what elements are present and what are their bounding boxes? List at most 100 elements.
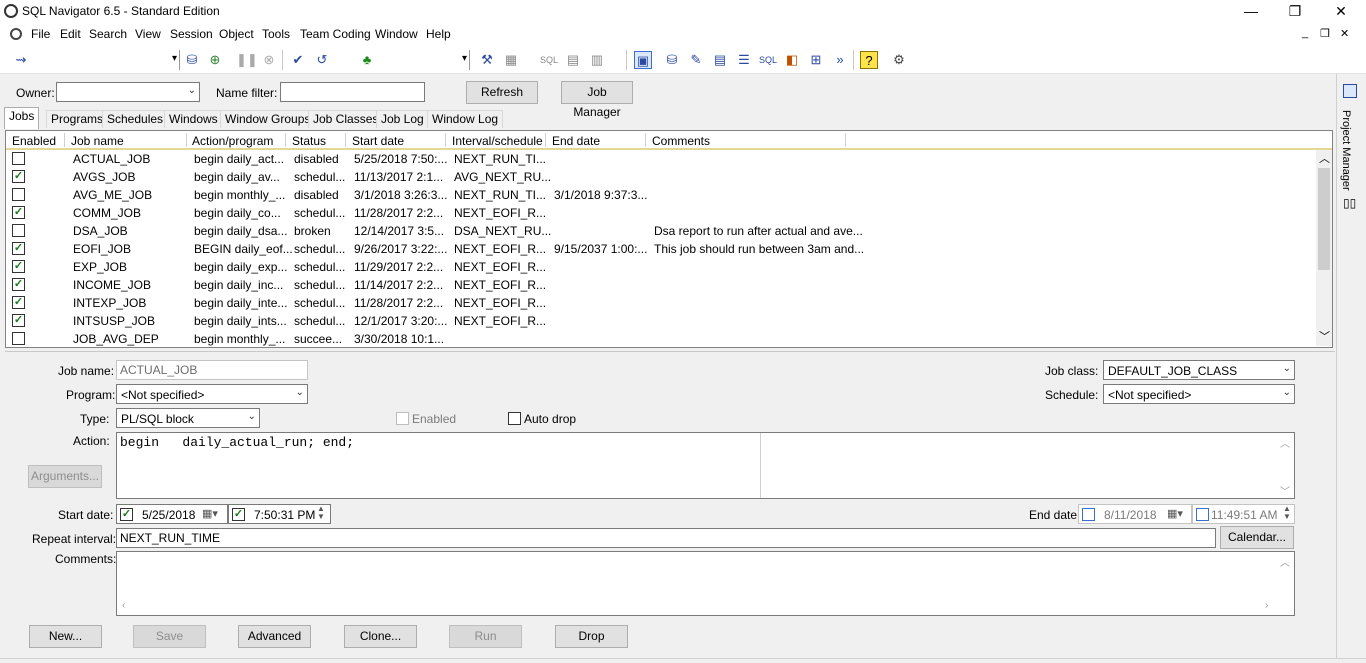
job-name-field[interactable]: ACTUAL_JOB <box>116 360 308 380</box>
enabled-checkbox[interactable] <box>12 188 25 201</box>
pause-icon[interactable]: ❚❚ <box>236 51 258 69</box>
calendar-button[interactable]: Calendar... <box>1220 526 1294 549</box>
scroll-thumb[interactable] <box>1318 168 1330 270</box>
name-filter-input[interactable] <box>280 82 425 102</box>
advanced-button[interactable]: Advanced <box>238 625 311 648</box>
end-time-picker[interactable]: 11:49:51 AM ▲ ▼ <box>1192 504 1295 524</box>
end-time-checkbox[interactable] <box>1196 508 1209 521</box>
schedule-combo[interactable]: <Not specified> ⌄ <box>1103 384 1295 404</box>
tree-icon[interactable]: ♣ <box>358 51 376 69</box>
table-row[interactable]: ✓ INTSUSP_JOB begin daily_ints... schedul..… <box>6 312 1316 330</box>
rollback-icon[interactable]: ↺ <box>313 51 331 69</box>
save-button[interactable]: Save <box>133 625 206 648</box>
sql-icon[interactable]: SQL <box>540 51 558 69</box>
edit-icon[interactable]: ✎ <box>687 51 705 69</box>
grid-icon[interactable]: ▤ <box>564 51 582 69</box>
menu-edit[interactable]: Edit <box>60 27 81 41</box>
scroll-down-icon[interactable]: ﹀ <box>1319 328 1330 344</box>
maximize-button[interactable]: ❐ <box>1272 0 1318 24</box>
comments-editor[interactable]: ︿ ‹ › <box>116 551 1295 616</box>
menu-view[interactable]: View <box>135 27 161 41</box>
scroll-down-icon[interactable]: ﹀ <box>1280 483 1290 498</box>
table-row[interactable]: ✓ INCOME_JOB begin daily_inc... schedul... 1… <box>6 276 1316 294</box>
enabled-checkbox[interactable]: ✓ <box>12 206 25 219</box>
type-combo[interactable]: PL/SQL block ⌄ <box>116 408 260 428</box>
stack-icon[interactable]: ▥ <box>588 51 606 69</box>
tab-window-groups[interactable]: Window Groups <box>220 110 316 128</box>
clone-button[interactable]: Clone... <box>344 625 417 648</box>
action-editor[interactable]: begin daily_actual_run; end; ︿ ﹀ <box>116 432 1295 499</box>
column-header-interval[interactable]: Interval/schedule <box>452 134 543 148</box>
stop-icon[interactable]: ⊗ <box>260 51 278 69</box>
menu-file[interactable]: File <box>31 27 50 41</box>
mdi-restore-button[interactable]: ❐ <box>1320 27 1330 40</box>
start-time-picker[interactable]: ✓ 7:50:31 PM ▲ ▼ <box>228 504 331 524</box>
owner-combo[interactable]: ⌄ <box>56 82 200 102</box>
table-row[interactable]: ✓ INTEXP_JOB begin daily_inte... schedul...… <box>6 294 1316 312</box>
session-combo[interactable]: ▾ <box>30 50 180 70</box>
wand-icon[interactable]: ⚒ <box>478 51 496 69</box>
mdi-close-button[interactable]: ✕ <box>1340 27 1349 40</box>
enabled-checkbox[interactable]: ✓ <box>12 170 25 183</box>
enabled-checkbox[interactable] <box>12 332 25 345</box>
enabled-checkbox[interactable]: ✓ <box>12 278 25 291</box>
globe-icon[interactable]: ⊕ <box>206 51 224 69</box>
refresh-button[interactable]: Refresh <box>466 81 538 104</box>
column-header-start-date[interactable]: Start date <box>352 134 404 148</box>
table-row[interactable]: JOB_AVG_DEP begin monthly_... succee... 3/3… <box>6 330 1316 348</box>
calendar-icon[interactable]: ▦▾ <box>1167 507 1183 520</box>
table-row[interactable]: ✓ COMM_JOB begin daily_co... schedul... 11/2… <box>6 204 1316 222</box>
menu-help[interactable]: Help <box>426 27 451 41</box>
scroll-right-icon[interactable]: › <box>1265 600 1268 611</box>
column-header-action[interactable]: Action/program <box>192 134 273 148</box>
menu-window[interactable]: Window <box>375 27 418 41</box>
tab-windows[interactable]: Windows <box>164 110 223 128</box>
column-header-comments[interactable]: Comments <box>652 134 710 148</box>
tab-programs[interactable]: Programs <box>46 110 109 128</box>
enabled-checkbox[interactable]: ✓ <box>12 260 25 273</box>
tab-window-log[interactable]: Window Log <box>427 110 504 128</box>
auto-drop-checkbox[interactable] <box>508 412 521 425</box>
list-icon[interactable]: ☰ <box>735 51 753 69</box>
column-header-job-name[interactable]: Job name <box>71 134 124 148</box>
table-row[interactable]: ✓ EOFI_JOB BEGIN daily_eof... schedul... 9/2… <box>6 240 1316 258</box>
end-date-checkbox[interactable] <box>1082 508 1095 521</box>
drop-button[interactable]: Drop <box>555 625 628 648</box>
project-manager-tab[interactable]: Project Manager <box>1340 110 1352 191</box>
column-header-status[interactable]: Status <box>292 134 326 148</box>
tab-jobs[interactable]: Jobs <box>4 107 40 129</box>
enabled-checkbox[interactable]: ✓ <box>12 296 25 309</box>
table-row[interactable]: AVG_ME_JOB begin monthly_... disabled 3/1/2… <box>6 186 1316 204</box>
grid-scrollbar[interactable]: ︿ ﹀ <box>1316 150 1332 346</box>
repeat-interval-field[interactable]: NEXT_RUN_TIME <box>116 528 1216 548</box>
database-icon[interactable]: ⛁ <box>183 51 201 69</box>
enabled-checkbox[interactable] <box>12 224 25 237</box>
enabled-checkbox[interactable]: ✓ <box>12 242 25 255</box>
diagram-icon[interactable]: ⊞ <box>807 51 825 69</box>
menu-search[interactable]: Search <box>89 27 127 41</box>
book-icon[interactable]: ▯▯ <box>1343 196 1356 210</box>
job-class-combo[interactable]: DEFAULT_JOB_CLASS ⌄ <box>1103 360 1295 380</box>
table-row[interactable]: DSA_JOB begin daily_dsa... broken 12/14/201… <box>6 222 1316 240</box>
enabled-checkbox[interactable] <box>396 412 409 425</box>
job-manager-button[interactable]: Job Manager <box>561 81 633 119</box>
arguments-button[interactable]: Arguments... <box>28 465 102 488</box>
code-icon[interactable]: ◧ <box>783 51 801 69</box>
db-explorer-icon[interactable]: ⛁ <box>663 51 681 69</box>
navigator-combo[interactable]: ▾ <box>380 50 470 70</box>
project-manager-icon[interactable] <box>1343 84 1357 98</box>
start-date-checkbox[interactable]: ✓ <box>120 508 133 521</box>
program-combo[interactable]: <Not specified> ⌄ <box>116 384 308 404</box>
table-icon[interactable]: ▤ <box>711 51 729 69</box>
close-button[interactable]: ✕ <box>1318 0 1364 24</box>
tab-job-log[interactable]: Job Log <box>376 110 429 128</box>
calendar-icon[interactable]: ▦▾ <box>202 507 218 520</box>
minimize-button[interactable]: — <box>1228 0 1274 24</box>
help-icon[interactable]: ? <box>860 51 878 69</box>
enabled-checkbox[interactable]: ✓ <box>12 314 25 327</box>
table-row[interactable]: ✓ AVGS_JOB begin daily_av... schedul... 11/1… <box>6 168 1316 186</box>
tab-schedules[interactable]: Schedules <box>102 110 169 128</box>
new-button[interactable]: New... <box>29 625 102 648</box>
table-row[interactable]: ✓ EXP_JOB begin daily_exp... schedul... 11/2… <box>6 258 1316 276</box>
spin-icon[interactable]: ▲ ▼ <box>1283 505 1291 521</box>
